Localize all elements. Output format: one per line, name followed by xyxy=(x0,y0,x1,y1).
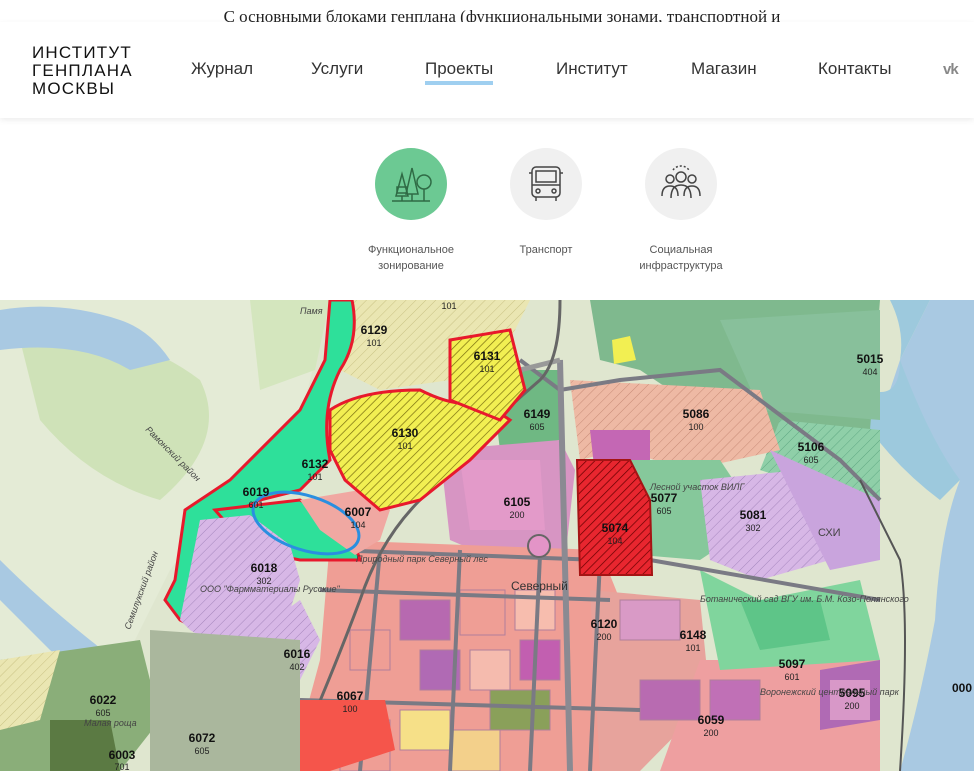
zoning-map[interactable]: 6129 101 6131 101 6130 101 6149 605 5086 100 … xyxy=(0,300,974,771)
nav-item-contacts[interactable]: Контакты xyxy=(818,59,891,79)
svg-text:104: 104 xyxy=(350,520,365,530)
svg-text:605: 605 xyxy=(529,422,544,432)
svg-text:6007: 6007 xyxy=(345,505,372,519)
category-circle xyxy=(510,148,582,220)
place-ooo: ООО "Фармматериалы Русские" xyxy=(200,584,340,594)
svg-text:104: 104 xyxy=(607,536,622,546)
svg-text:5074: 5074 xyxy=(602,521,629,535)
svg-text:5086: 5086 xyxy=(683,407,710,421)
category-social-infrastructure[interactable]: Социальная инфраструктура xyxy=(616,148,746,274)
nav-item-projects[interactable]: Проекты xyxy=(425,59,494,85)
vk-icon[interactable]: vk xyxy=(943,61,959,78)
forest-icon xyxy=(392,167,432,202)
svg-text:6067: 6067 xyxy=(337,689,364,703)
svg-text:101: 101 xyxy=(685,643,700,653)
svg-text:605: 605 xyxy=(656,506,671,516)
place-severny: Северный xyxy=(511,579,568,593)
svg-text:6105: 6105 xyxy=(504,495,531,509)
place-botanic: Ботанический сад ВГУ им. Б.М. Козо-Полян… xyxy=(700,594,909,604)
svg-text:6131: 6131 xyxy=(474,349,501,363)
main-nav: Журнал Услуги Проекты Институт Магазин К… xyxy=(0,22,974,118)
nav-item-institute[interactable]: Институт xyxy=(556,59,628,79)
svg-text:6016: 6016 xyxy=(284,647,311,661)
category-transport[interactable]: Транспорт xyxy=(481,148,611,258)
svg-text:101: 101 xyxy=(307,472,322,482)
svg-text:6129: 6129 xyxy=(361,323,388,337)
svg-text:6072: 6072 xyxy=(189,731,216,745)
svg-text:6019: 6019 xyxy=(243,485,270,499)
svg-text:100: 100 xyxy=(688,422,703,432)
svg-text:5077: 5077 xyxy=(651,491,678,505)
svg-text:101: 101 xyxy=(366,338,381,348)
svg-text:200: 200 xyxy=(509,510,524,520)
svg-text:6018: 6018 xyxy=(251,561,278,575)
place-forest-section: Лесной участок ВИЛГ xyxy=(649,482,745,492)
category-label: Социальная инфраструктура xyxy=(639,244,723,272)
people-icon xyxy=(661,165,701,199)
svg-text:701: 701 xyxy=(114,762,129,771)
svg-text:200: 200 xyxy=(703,728,718,738)
zone-label: 000 xyxy=(952,681,972,695)
category-label: Функциональное зонирование xyxy=(368,244,454,272)
svg-text:601: 601 xyxy=(784,672,799,682)
site-header: ИНСТИТУТ ГЕНПЛАНА МОСКВЫ Журнал Услуги П… xyxy=(0,22,974,118)
svg-text:5015: 5015 xyxy=(857,352,884,366)
svg-text:404: 404 xyxy=(862,367,877,377)
category-circle xyxy=(375,148,447,220)
svg-text:200: 200 xyxy=(844,701,859,711)
zoning-map-canvas[interactable]: 6129101 6131101 6130101 6149605 5086100 … xyxy=(0,300,974,771)
svg-text:6132: 6132 xyxy=(302,457,329,471)
svg-text:101: 101 xyxy=(479,364,494,374)
svg-text:200: 200 xyxy=(596,632,611,642)
svg-text:5097: 5097 xyxy=(779,657,806,671)
zone-code-top: 101 xyxy=(441,301,456,311)
svg-text:605: 605 xyxy=(803,455,818,465)
nav-item-services[interactable]: Услуги xyxy=(311,59,363,79)
svg-text:605: 605 xyxy=(95,708,110,718)
svg-text:6120: 6120 xyxy=(591,617,618,631)
category-functional-zoning[interactable]: Функциональное зонирование xyxy=(346,148,476,274)
place-pamyat: Памя xyxy=(300,306,323,316)
svg-text:6003: 6003 xyxy=(109,748,136,762)
place-park: Природный парк Северный лес xyxy=(356,554,488,564)
svg-text:6148: 6148 xyxy=(680,628,707,642)
svg-text:605: 605 xyxy=(194,746,209,756)
category-label: Транспорт xyxy=(519,244,573,256)
svg-text:6130: 6130 xyxy=(392,426,419,440)
svg-text:402: 402 xyxy=(289,662,304,672)
svg-text:5081: 5081 xyxy=(740,508,767,522)
svg-text:6059: 6059 xyxy=(698,713,725,727)
category-circle xyxy=(645,148,717,220)
place-malaya: Малая роща xyxy=(84,718,137,728)
svg-text:100: 100 xyxy=(342,704,357,714)
nav-item-shop[interactable]: Магазин xyxy=(691,59,757,79)
svg-text:000: 000 xyxy=(952,681,972,695)
svg-text:101: 101 xyxy=(397,441,412,451)
nav-item-journal[interactable]: Журнал xyxy=(191,59,253,79)
place-skh: СХИ xyxy=(818,527,841,539)
place-voronezh-park: Воронежский центральный парк xyxy=(760,687,900,697)
svg-text:5106: 5106 xyxy=(798,440,825,454)
bus-icon xyxy=(529,166,563,201)
svg-text:6149: 6149 xyxy=(524,407,551,421)
svg-text:302: 302 xyxy=(745,523,760,533)
svg-text:6022: 6022 xyxy=(90,693,117,707)
svg-text:601: 601 xyxy=(248,500,263,510)
